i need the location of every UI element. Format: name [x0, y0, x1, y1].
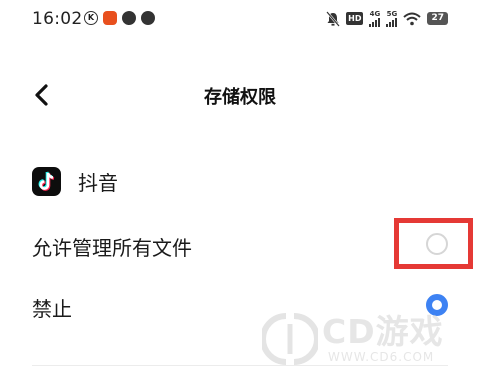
app-info: 抖音 — [32, 167, 118, 196]
highlight-annotation-box — [394, 218, 473, 269]
hd-icon: HD — [346, 12, 364, 25]
signal-bars-icon — [386, 18, 398, 27]
notification-icons: K — [84, 11, 155, 25]
signal-bars-icon — [369, 18, 381, 27]
status-time: 16:02 — [32, 9, 83, 29]
network-5g-label: 5G — [386, 10, 398, 18]
watermark-url: WWW.CD6.COM — [328, 350, 435, 364]
status-bar: 16:02 K HD 4G 5G 27 — [0, 0, 480, 38]
navigation-icon — [141, 11, 155, 25]
bell-mute-icon — [326, 10, 341, 27]
message-icon — [122, 11, 136, 25]
option-label: 禁止 — [32, 297, 72, 321]
network-4g-label: 4G — [369, 10, 381, 18]
battery-icon: 27 — [427, 12, 448, 25]
app-notification-icon — [103, 11, 117, 25]
option-label: 允许管理所有文件 — [32, 236, 192, 260]
k-circle-icon: K — [84, 11, 98, 25]
radio-deny[interactable] — [426, 294, 448, 316]
option-deny[interactable]: 禁止 — [0, 277, 480, 337]
douyin-app-icon — [32, 167, 61, 196]
signal-4g: 4G — [369, 10, 381, 27]
signal-5g: 5G — [386, 10, 398, 27]
page-title: 存储权限 — [204, 87, 276, 108]
status-right-icons: HD 4G 5G 27 — [326, 10, 448, 27]
app-name: 抖音 — [78, 171, 118, 195]
divider — [32, 365, 448, 366]
header: 存储权限 — [0, 70, 480, 120]
wifi-icon — [403, 12, 422, 25]
